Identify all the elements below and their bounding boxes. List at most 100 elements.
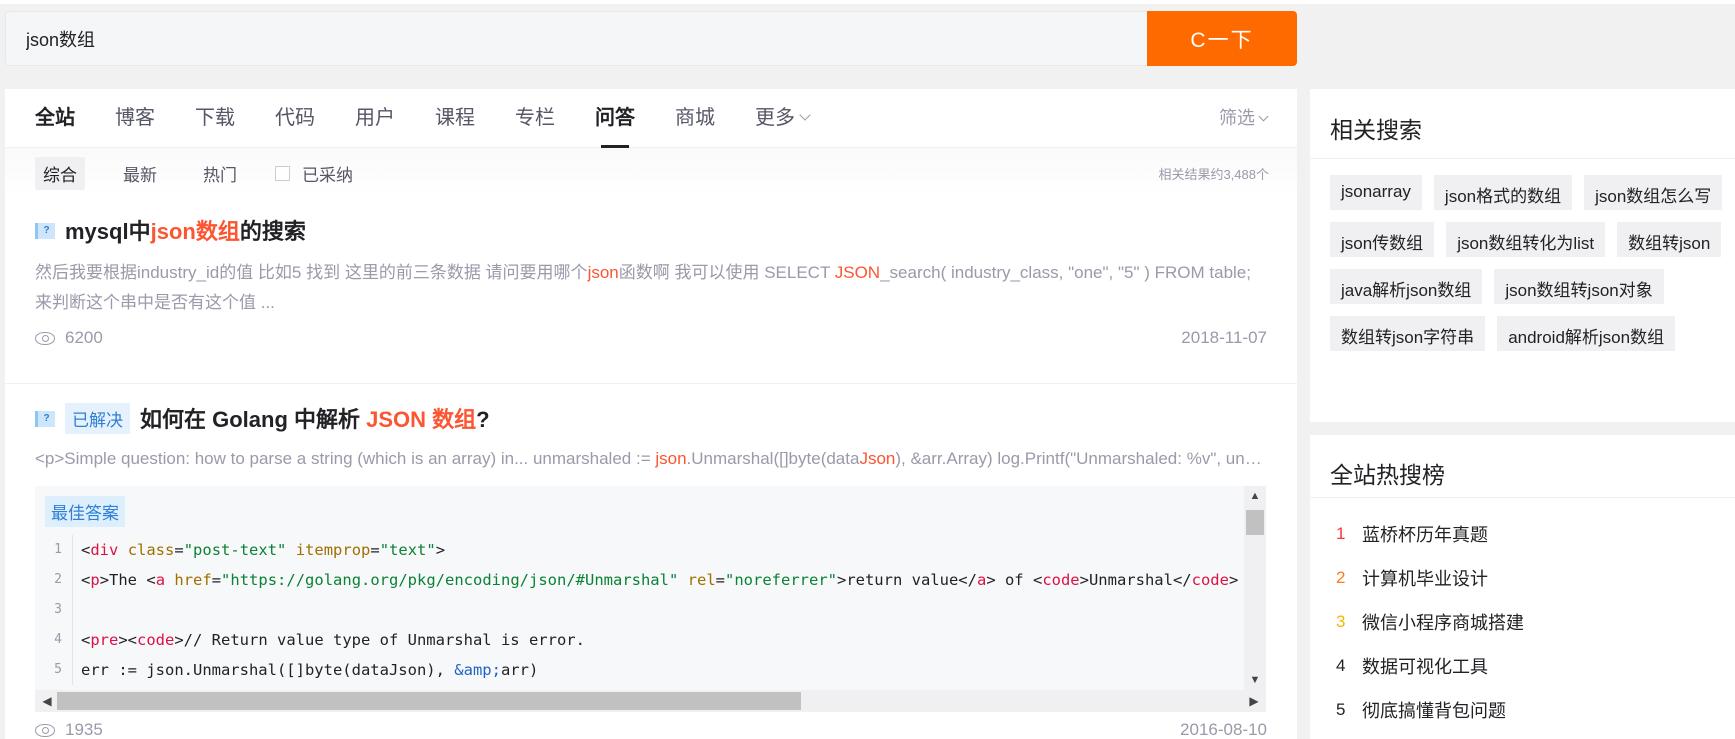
code-line: 1 <div class="post-text" itemprop="text"… <box>35 535 1244 565</box>
vertical-scrollbar[interactable]: ▲ ▼ <box>1244 486 1266 690</box>
tab-course[interactable]: 课程 <box>435 89 475 148</box>
tab-download[interactable]: 下载 <box>195 89 235 148</box>
result-item[interactable]: ? mysql中json数组的搜索 然后我要根据industry_id的值 比如… <box>5 198 1297 384</box>
hot-search-panel: 全站热搜榜 1 蓝桥杯历年真题 2 计算机毕业设计 3 微信小程序商城搭建 4 数据可视… <box>1310 435 1735 739</box>
search-input[interactable] <box>5 11 1147 66</box>
scroll-up-icon[interactable]: ▲ <box>1244 486 1266 506</box>
hot-rank: 4 <box>1336 656 1346 675</box>
result-title[interactable]: mysql中json数组的搜索 <box>65 214 306 246</box>
title-part: ? <box>476 407 490 432</box>
related-tag[interactable]: json格式的数组 <box>1433 175 1573 210</box>
desc-highlight: JSON <box>834 263 881 282</box>
title-part: mysql中 <box>65 219 151 244</box>
accepted-checkbox[interactable]: 已采纳 <box>275 161 353 186</box>
checkbox-icon <box>275 165 290 181</box>
related-tag[interactable]: json数组怎么写 <box>1584 175 1723 210</box>
result-title[interactable]: 如何在 Golang 中解析 JSON 数组? <box>140 402 490 434</box>
title-part: 的搜索 <box>239 219 306 244</box>
line-number: 2 <box>35 565 73 595</box>
result-item[interactable]: ? 已解决 如何在 Golang 中解析 JSON 数组? <p>Simple … <box>5 384 1297 739</box>
tab-code[interactable]: 代码 <box>275 89 315 148</box>
related-tag[interactable]: json数组转json对象 <box>1494 269 1664 304</box>
filter-button[interactable]: 筛选 <box>1219 89 1269 148</box>
view-count: 6200 <box>35 328 103 348</box>
hot-rank: 2 <box>1336 568 1346 587</box>
chevron-down-icon <box>1258 111 1269 122</box>
tab-qa[interactable]: 问答 <box>595 89 635 148</box>
search-button[interactable]: C一下 <box>1147 11 1297 66</box>
line-number: 1 <box>35 535 73 565</box>
related-tags: jsonarray json格式的数组 json数组怎么写 json传数组 js… <box>1310 159 1735 363</box>
top-strip <box>0 0 1735 4</box>
result-description: 然后我要根据industry_id的值 比如5 找到 这里的前三条数据 请问要用… <box>35 258 1267 318</box>
hot-rank: 5 <box>1336 700 1346 719</box>
scroll-thumb[interactable] <box>57 692 801 710</box>
eye-icon <box>35 331 55 345</box>
related-tag[interactable]: java解析json数组 <box>1330 269 1483 304</box>
hot-list: 1 蓝桥杯历年真题 2 计算机毕业设计 3 微信小程序商城搭建 4 数据可视化工具 5彻… <box>1310 498 1735 732</box>
result-title-row: ? mysql中json数组的搜索 <box>35 214 1267 246</box>
related-tag[interactable]: jsonarray <box>1330 175 1422 210</box>
result-date: 2016-08-10 <box>1180 720 1267 739</box>
tab-more[interactable]: 更多 <box>755 89 811 148</box>
sort-all[interactable]: 综合 <box>35 156 85 190</box>
result-count: 相关结果约3,488个 <box>1158 167 1269 182</box>
results-panel: 全站 博客 下载 代码 用户 课程 专栏 问答 商城 更多 筛选 综合 最新 热… <box>5 89 1297 739</box>
code-line: 2 <p>The <a href="https://golang.org/pkg… <box>35 565 1244 595</box>
code-line: 3 <box>35 595 1244 625</box>
scroll-right-icon[interactable]: ▶ <box>1244 690 1264 712</box>
best-answer-code[interactable]: 最佳答案 1 <div class="post-text" itemprop="… <box>35 486 1266 712</box>
sort-hot[interactable]: 热门 <box>195 157 245 190</box>
desc-part: .Unmarshal([]byte(data <box>686 449 860 468</box>
chevron-down-icon <box>799 108 811 121</box>
hot-item[interactable]: 4 数据可视化工具 <box>1336 644 1735 688</box>
related-tag[interactable]: 数组转json <box>1617 222 1722 257</box>
hot-item[interactable]: 1 蓝桥杯历年真题 <box>1336 512 1735 556</box>
tab-all[interactable]: 全站 <box>35 89 75 148</box>
tab-blog[interactable]: 博客 <box>115 89 155 148</box>
view-count: 1935 <box>35 720 103 739</box>
scroll-down-icon[interactable]: ▼ <box>1244 670 1266 690</box>
category-tabs: 全站 博客 下载 代码 用户 课程 专栏 问答 商城 更多 筛选 <box>5 89 1297 148</box>
desc-part: <p>Simple question: how to parse a strin… <box>35 449 656 468</box>
code-line: 5 err := json.Unmarshal([]byte(dataJson)… <box>35 655 1244 685</box>
result-description: <p>Simple question: how to parse a strin… <box>35 444 1267 474</box>
result-meta: 1935 2016-08-10 <box>35 720 1267 739</box>
code-line: 4 <pre><code>// Return value type of Unm… <box>35 625 1244 655</box>
tab-more-label: 更多 <box>755 106 795 129</box>
accepted-label: 已采纳 <box>302 165 353 185</box>
title-highlight: json数组 <box>150 219 240 244</box>
desc-highlight: json <box>587 263 619 282</box>
related-tag[interactable]: 数组转json字符串 <box>1330 316 1486 351</box>
related-tag[interactable]: json传数组 <box>1330 222 1435 257</box>
scroll-thumb[interactable] <box>1246 510 1264 535</box>
title-highlight: JSON 数组 <box>366 407 477 432</box>
tab-user[interactable]: 用户 <box>355 89 395 148</box>
best-answer-badge: 最佳答案 <box>45 496 125 527</box>
related-tag[interactable]: android解析json数组 <box>1497 316 1676 351</box>
solved-badge: 已解决 <box>65 402 130 434</box>
hot-item[interactable]: 2 计算机毕业设计 <box>1336 556 1735 600</box>
tab-column[interactable]: 专栏 <box>515 89 555 148</box>
hot-label: 数据可视化工具 <box>1362 657 1488 677</box>
eye-icon <box>35 723 55 737</box>
hot-item[interactable]: 5 彻底搞懂背包问题 <box>1336 688 1735 732</box>
result-date: 2018-11-07 <box>1181 328 1267 347</box>
hot-item[interactable]: 3 微信小程序商城搭建 <box>1336 600 1735 644</box>
search-bar: C一下 <box>5 11 1297 66</box>
hot-rank: 3 <box>1336 612 1346 631</box>
code-content: <pre><code>// Return value type of Unmar… <box>81 631 585 649</box>
question-icon: ? <box>35 223 55 239</box>
horizontal-scrollbar[interactable]: ◀ ▶ <box>35 690 1266 712</box>
view-count-value: 6200 <box>65 328 103 347</box>
code-content: <p>The <a href="https://golang.org/pkg/e… <box>81 571 1239 589</box>
result-meta: 6200 2018-11-07 <box>35 328 1267 348</box>
related-tag[interactable]: json数组转化为list <box>1446 222 1606 257</box>
desc-highlight: json <box>655 449 687 468</box>
sort-newest[interactable]: 最新 <box>115 157 165 190</box>
tab-mall[interactable]: 商城 <box>675 89 715 148</box>
hot-label: 微信小程序商城搭建 <box>1362 613 1524 633</box>
line-number: 5 <box>35 655 73 685</box>
code-content: err := json.Unmarshal([]byte(dataJson), … <box>81 661 539 679</box>
scroll-left-icon[interactable]: ◀ <box>37 690 57 712</box>
